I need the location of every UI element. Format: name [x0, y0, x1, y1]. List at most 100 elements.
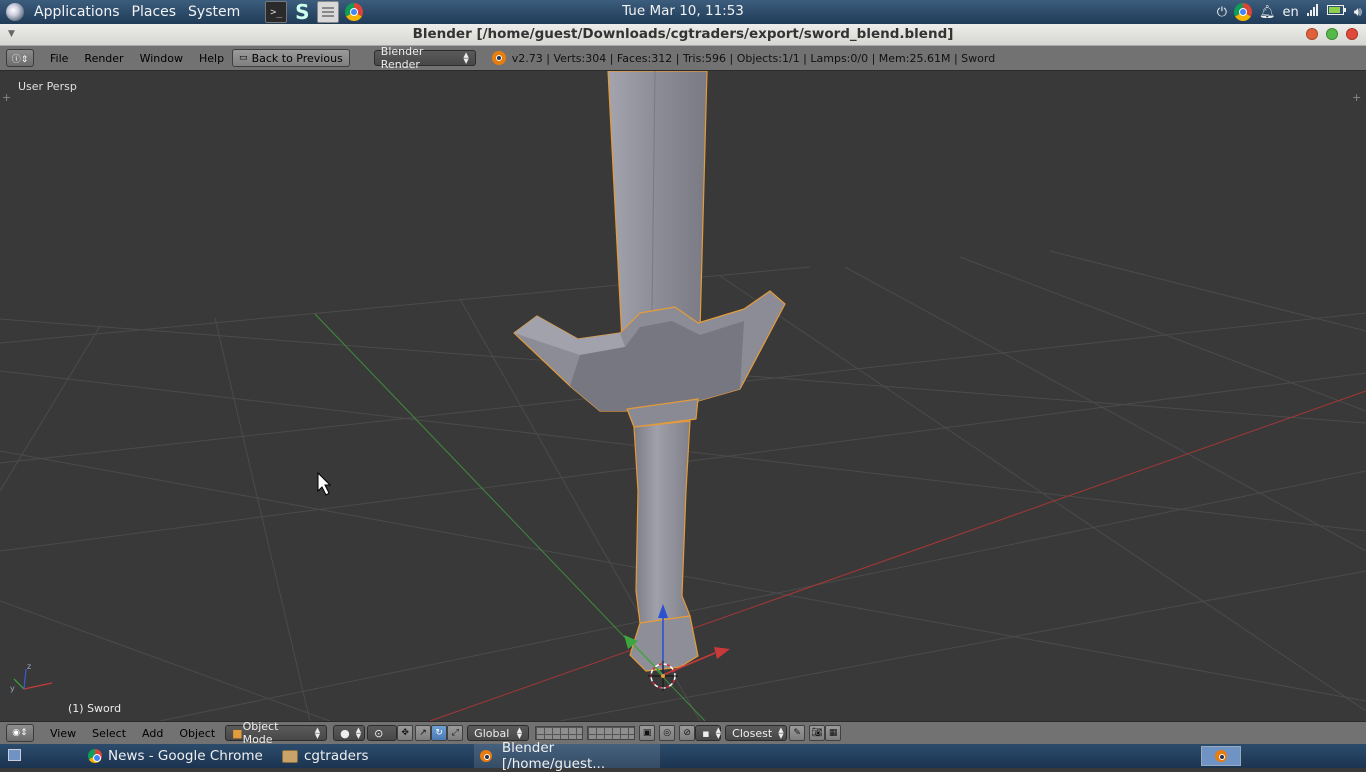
- interaction-mode-value: Object Mode: [242, 720, 279, 746]
- manipulator-toggle-icon[interactable]: ✥: [397, 725, 414, 741]
- window-title-bar[interactable]: ▼ Blender [/home/guest/Downloads/cgtrade…: [0, 24, 1366, 46]
- snap-element-select[interactable]: ▪ ▲ ▼: [695, 725, 722, 741]
- volume-icon[interactable]: 🔊︎: [1354, 5, 1362, 20]
- file-menu[interactable]: File: [42, 52, 76, 65]
- pivot-point-select[interactable]: ⊙: [367, 725, 398, 741]
- render-engine-value: Blender Render: [380, 45, 424, 71]
- info-header: ⓘ⇕ File Render Window Help ▭ Back to Pre…: [0, 45, 1366, 71]
- rotate-manipulator-icon[interactable]: ↻: [431, 725, 448, 741]
- maximize-button[interactable]: [1326, 28, 1338, 40]
- viewport-shading-select[interactable]: ● ▲ ▼: [333, 725, 366, 741]
- battery-icon[interactable]: [1326, 4, 1347, 20]
- transform-orientation-select[interactable]: Global ▲ ▼: [467, 725, 530, 741]
- opengl-anim-icon[interactable]: ▦: [825, 725, 842, 741]
- blender-icon: [1215, 750, 1227, 762]
- mouse-pointer-icon: [317, 471, 332, 496]
- active-object-label: (1) Sword: [68, 702, 122, 715]
- editor-type-selector-3d[interactable]: ◉⇕: [6, 724, 34, 742]
- terminal-icon[interactable]: >_: [265, 1, 288, 23]
- top-panel: Applications Places System >_ S Tue Mar …: [0, 0, 1366, 24]
- applications-menu[interactable]: Applications: [28, 4, 126, 20]
- axis-widget: z y: [10, 662, 53, 693]
- bottom-taskbar: News - Google Chrome cgtraders Blender […: [0, 740, 1366, 772]
- task-chrome[interactable]: News - Google Chrome: [88, 744, 263, 768]
- editor-type-selector[interactable]: ⓘ⇕: [6, 49, 34, 67]
- add-menu[interactable]: Add: [134, 727, 171, 740]
- translate-manipulator-icon[interactable]: ↗: [415, 725, 432, 741]
- viewport-scene[interactable]: z y: [0, 71, 1366, 721]
- sword-handle[interactable]: [633, 420, 691, 624]
- notification-bell-icon[interactable]: 🔔︎: [1259, 5, 1276, 20]
- render-menu[interactable]: Render: [76, 52, 131, 65]
- svg-text:y: y: [10, 684, 15, 693]
- updown-arrows-icon: ▲ ▼: [715, 726, 722, 740]
- chrome-icon[interactable]: [1234, 3, 1253, 21]
- keyboard-layout[interactable]: en: [1283, 5, 1299, 20]
- blender-icon: [480, 750, 492, 762]
- crossguard-front-face: [570, 321, 744, 411]
- blender-logo-icon: [491, 51, 506, 65]
- 3d-viewport[interactable]: z y User Persp (1) Sword + +: [0, 71, 1366, 721]
- back-to-previous-label: Back to Previous: [251, 51, 343, 65]
- workspace-switcher[interactable]: [1201, 746, 1241, 766]
- back-to-previous-button[interactable]: ▭ Back to Previous: [232, 49, 350, 67]
- sword-blade[interactable]: [607, 71, 708, 342]
- help-menu[interactable]: Help: [191, 52, 232, 65]
- task-blender[interactable]: Blender [/home/guest...: [474, 740, 660, 772]
- window-menu-icon[interactable]: ▼: [8, 24, 15, 45]
- object-menu[interactable]: Object: [171, 727, 223, 740]
- chrome-icon: [88, 749, 102, 763]
- window-buttons: [1306, 28, 1358, 40]
- opengl-render-icon[interactable]: 📷︎: [809, 725, 826, 741]
- snap-align-icon[interactable]: ✎: [789, 725, 806, 741]
- pivot-icon: ⊙: [374, 726, 384, 740]
- sword-pommel[interactable]: [629, 615, 699, 672]
- updown-arrows-icon: ▲ ▼: [355, 726, 362, 740]
- screen-back-icon: ▭: [239, 53, 248, 63]
- render-engine-select[interactable]: Blender Render ▲ ▼: [373, 45, 476, 71]
- chrome-launcher[interactable]: [344, 2, 364, 22]
- s-app-icon[interactable]: S: [292, 0, 312, 24]
- region-toggle-right-icon[interactable]: +: [1352, 91, 1361, 104]
- layers-grid-2-icon[interactable]: [587, 726, 636, 740]
- lock-layers-icon[interactable]: ▣: [639, 725, 656, 741]
- proportional-edit-icon[interactable]: ◎: [659, 725, 676, 741]
- snap-target-value: Closest: [732, 726, 773, 740]
- x-arrow-head[interactable]: [714, 647, 730, 659]
- signal-icon[interactable]: [1306, 3, 1320, 21]
- view-menu[interactable]: View: [42, 727, 84, 740]
- snap-toggle-icon[interactable]: ⊘: [679, 725, 696, 741]
- task-cgtraders[interactable]: cgtraders: [282, 744, 369, 768]
- solid-shading-icon: ●: [340, 726, 350, 740]
- region-toggle-left-icon[interactable]: +: [2, 91, 11, 104]
- view-perspective-label: User Persp: [18, 80, 77, 93]
- svg-text:z: z: [27, 662, 31, 671]
- select-menu[interactable]: Select: [84, 727, 134, 740]
- updown-arrows-icon: ▲ ▼: [463, 51, 469, 65]
- interaction-mode-select[interactable]: ■ Object Mode ▲ ▼: [225, 720, 328, 746]
- sword-mesh[interactable]: [513, 71, 786, 672]
- scale-manipulator-icon[interactable]: ⤢: [447, 725, 464, 741]
- view3d-header: ◉⇕ View Select Add Object ■ Object Mode …: [0, 720, 1366, 746]
- system-menu[interactable]: System: [182, 4, 246, 20]
- layers-grid-1-icon[interactable]: [535, 726, 584, 740]
- close-button[interactable]: [1346, 28, 1358, 40]
- system-tray: ⏻ 🔔︎ en 🔊︎: [1217, 0, 1362, 24]
- show-desktop-icon[interactable]: [8, 749, 21, 761]
- updown-arrows-icon: ▲ ▼: [314, 726, 321, 740]
- scene-stats: v2.73 | Verts:304 | Faces:312 | Tris:596…: [511, 51, 996, 65]
- task-cgtraders-label: cgtraders: [304, 748, 369, 764]
- minimize-button[interactable]: [1306, 28, 1318, 40]
- task-chrome-label: News - Google Chrome: [108, 748, 263, 764]
- snap-target-select[interactable]: Closest ▲ ▼: [725, 725, 788, 741]
- file-manager-icon[interactable]: [317, 1, 340, 23]
- x-axis-line: [429, 390, 1366, 721]
- distro-logo-icon: [6, 3, 24, 21]
- updown-arrows-icon: ▲ ▼: [778, 726, 784, 740]
- power-icon[interactable]: ⏻: [1217, 5, 1227, 20]
- window-menu[interactable]: Window: [132, 52, 191, 65]
- places-menu[interactable]: Places: [126, 4, 183, 20]
- folder-icon: [282, 749, 298, 763]
- window-title: Blender [/home/guest/Downloads/cgtraders…: [412, 26, 954, 42]
- task-blender-label: Blender [/home/guest...: [501, 740, 606, 772]
